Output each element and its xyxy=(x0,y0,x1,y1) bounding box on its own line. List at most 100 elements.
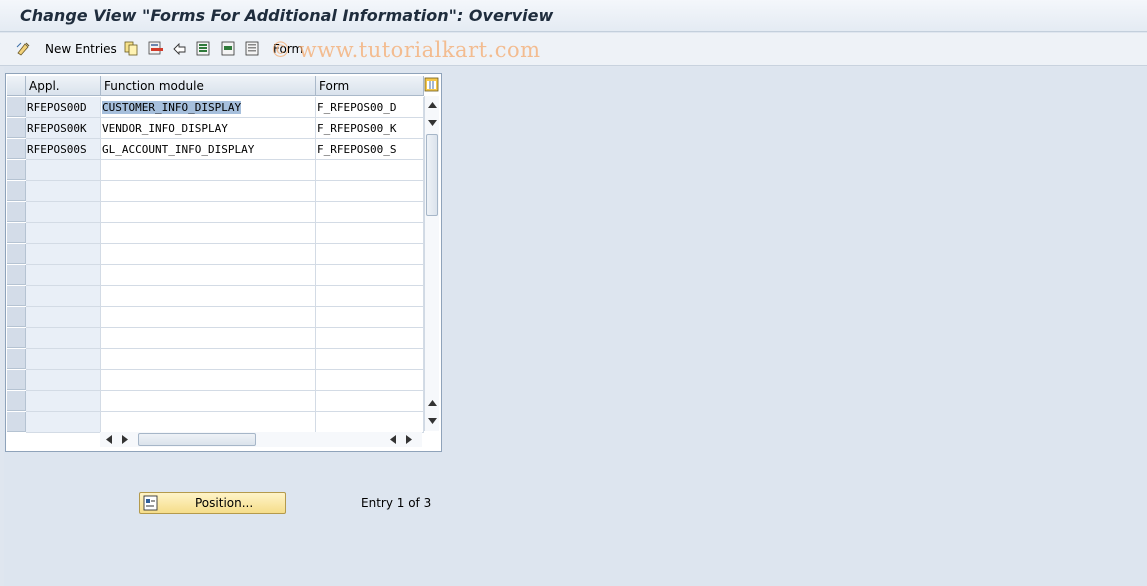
form-cell[interactable] xyxy=(316,286,424,307)
form-cell[interactable] xyxy=(316,328,424,349)
row-selector[interactable] xyxy=(7,118,26,138)
application-toolbar: New Entries Form xyxy=(0,33,1147,66)
appl-cell[interactable]: RFEPOS00D xyxy=(26,97,101,118)
page-title: Change View "Forms For Additional Inform… xyxy=(20,6,554,25)
form-cell[interactable] xyxy=(316,223,424,244)
scroll-left-icon[interactable] xyxy=(106,435,112,444)
form-cell[interactable] xyxy=(316,244,424,265)
appl-cell[interactable]: RFEPOS00S xyxy=(26,139,101,160)
form-cell[interactable]: F_RFEPOS00_K xyxy=(316,118,424,139)
function-module-cell[interactable] xyxy=(101,370,316,391)
appl-cell-text: RFEPOS00D xyxy=(27,101,87,114)
form-cell[interactable] xyxy=(316,181,424,202)
appl-cell[interactable] xyxy=(26,412,101,433)
function-module-cell[interactable] xyxy=(101,223,316,244)
column-scroll-right-icon[interactable] xyxy=(406,435,412,444)
position-icon xyxy=(143,495,158,511)
function-module-cell[interactable] xyxy=(101,349,316,370)
position-button-label: Position... xyxy=(195,496,254,510)
row-selector[interactable] xyxy=(7,202,26,222)
appl-cell[interactable]: RFEPOS00K xyxy=(26,118,101,139)
vertical-scrollbar[interactable] xyxy=(424,96,439,431)
appl-cell[interactable] xyxy=(26,202,101,223)
form-cell[interactable]: F_RFEPOS00_S xyxy=(316,139,424,160)
horizontal-scroll-thumb[interactable] xyxy=(138,433,256,446)
appl-cell[interactable] xyxy=(26,244,101,265)
row-selector[interactable] xyxy=(7,307,26,327)
page-down-icon[interactable] xyxy=(428,120,437,126)
row-selector[interactable] xyxy=(7,286,26,306)
function-module-cell[interactable] xyxy=(101,391,316,412)
table-settings-icon[interactable] xyxy=(424,76,439,94)
appl-cell[interactable] xyxy=(26,307,101,328)
row-selector[interactable] xyxy=(7,370,26,390)
function-module-cell[interactable] xyxy=(101,160,316,181)
row-selector[interactable] xyxy=(7,265,26,285)
form-cell[interactable] xyxy=(316,391,424,412)
row-selector[interactable] xyxy=(7,139,26,159)
undo-icon[interactable] xyxy=(172,41,187,56)
row-selector[interactable] xyxy=(7,181,26,201)
row-selector[interactable] xyxy=(7,223,26,243)
appl-cell[interactable] xyxy=(26,391,101,412)
scroll-up-icon[interactable] xyxy=(428,102,437,108)
function-module-cell[interactable] xyxy=(101,328,316,349)
function-module-cell[interactable] xyxy=(101,412,316,433)
column-header-function-module[interactable]: Function module xyxy=(101,76,316,96)
function-module-cell[interactable] xyxy=(101,286,316,307)
function-module-cell[interactable]: VENDOR_INFO_DISPLAY xyxy=(101,118,316,139)
column-header-form[interactable]: Form xyxy=(316,76,424,96)
function-module-cell[interactable] xyxy=(101,265,316,286)
function-module-cell[interactable] xyxy=(101,202,316,223)
appl-cell[interactable] xyxy=(26,223,101,244)
function-module-cell[interactable]: CUSTOMER_INFO_DISPLAY xyxy=(101,97,316,118)
appl-cell[interactable] xyxy=(26,160,101,181)
appl-cell[interactable] xyxy=(26,181,101,202)
form-cell-text: F_RFEPOS00_S xyxy=(317,143,397,156)
column-scroll-left-icon[interactable] xyxy=(390,435,396,444)
form-cell[interactable] xyxy=(316,307,424,328)
deselect-all-icon[interactable] xyxy=(245,41,260,56)
scroll-right-icon[interactable] xyxy=(122,435,128,444)
copy-icon[interactable] xyxy=(124,41,139,56)
function-module-cell[interactable] xyxy=(101,244,316,265)
function-module-cell[interactable] xyxy=(101,181,316,202)
form-cell[interactable] xyxy=(316,412,424,433)
appl-cell[interactable] xyxy=(26,286,101,307)
form-cell[interactable] xyxy=(316,202,424,223)
appl-cell[interactable] xyxy=(26,328,101,349)
watermark: © www.tutorialkart.com xyxy=(270,38,541,62)
page-up-icon[interactable] xyxy=(428,400,437,406)
row-selector[interactable] xyxy=(7,160,26,180)
function-module-cell-text: CUSTOMER_INFO_DISPLAY xyxy=(102,101,242,114)
new-entries-button[interactable]: New Entries xyxy=(45,42,117,56)
form-cell[interactable] xyxy=(316,160,424,181)
appl-cell[interactable] xyxy=(26,370,101,391)
select-all-icon[interactable] xyxy=(196,41,211,56)
appl-cell[interactable] xyxy=(26,265,101,286)
row-selector[interactable] xyxy=(7,328,26,348)
form-cell[interactable] xyxy=(316,265,424,286)
vertical-scroll-thumb[interactable] xyxy=(426,134,438,216)
form-cell[interactable] xyxy=(316,349,424,370)
row-selector[interactable] xyxy=(7,97,26,117)
function-module-cell[interactable]: GL_ACCOUNT_INFO_DISPLAY xyxy=(101,139,316,160)
row-selector[interactable] xyxy=(7,391,26,411)
row-selector[interactable] xyxy=(7,244,26,264)
select-all-rows-corner[interactable] xyxy=(7,76,26,96)
form-cell[interactable]: F_RFEPOS00_D xyxy=(316,97,424,118)
entry-status: Entry 1 of 3 xyxy=(361,496,432,510)
select-block-icon[interactable] xyxy=(221,41,236,56)
horizontal-scrollbar[interactable] xyxy=(100,432,422,447)
function-module-cell[interactable] xyxy=(101,307,316,328)
position-button[interactable]: Position... xyxy=(139,492,286,514)
row-selector[interactable] xyxy=(7,412,26,432)
form-cell[interactable] xyxy=(316,370,424,391)
scroll-down-icon[interactable] xyxy=(428,418,437,424)
appl-cell[interactable] xyxy=(26,349,101,370)
form-cell-text: F_RFEPOS00_D xyxy=(317,101,397,114)
delete-icon[interactable] xyxy=(148,41,163,56)
column-header-appl[interactable]: Appl. xyxy=(26,76,101,96)
row-selector[interactable] xyxy=(7,349,26,369)
change-display-icon[interactable] xyxy=(16,41,31,56)
